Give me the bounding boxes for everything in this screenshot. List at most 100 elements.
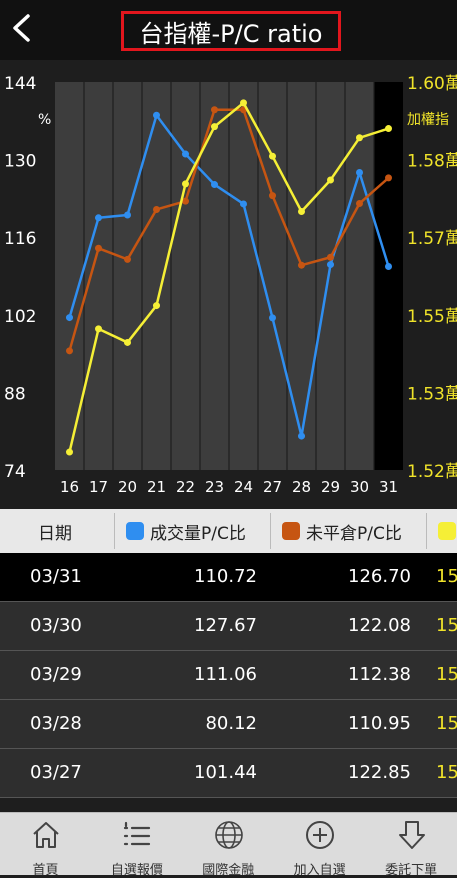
col-header-oi-label: 未平倉P/C比 bbox=[306, 523, 402, 544]
right-axis-label: 加權指 bbox=[407, 112, 449, 128]
row-oi-ratio: 112.38 bbox=[348, 664, 411, 685]
tab-order-arrow[interactable]: 委託下單 bbox=[366, 813, 457, 878]
right-axis-tick: 1.55萬 bbox=[407, 307, 457, 327]
row-oi-ratio: 122.85 bbox=[348, 762, 411, 783]
x-axis-tick: 16 bbox=[60, 478, 79, 496]
data-point-idx bbox=[182, 180, 189, 188]
x-axis-tick: 27 bbox=[263, 478, 282, 496]
row-index: 15 bbox=[436, 615, 457, 636]
data-point-idx bbox=[269, 152, 276, 160]
data-point-idx bbox=[124, 338, 131, 346]
left-axis-tick: 130 bbox=[4, 152, 36, 172]
data-point-vol bbox=[327, 261, 334, 269]
x-axis-tick: 20 bbox=[118, 478, 137, 496]
left-axis-tick: 88 bbox=[4, 384, 26, 404]
row-date: 03/29 bbox=[30, 664, 82, 685]
table-row[interactable]: 03/28 80.12 110.95 15 bbox=[0, 700, 457, 749]
col-header-oi: 未平倉P/C比 bbox=[282, 509, 402, 553]
data-point-idx bbox=[356, 134, 363, 142]
row-date: 03/31 bbox=[30, 566, 82, 587]
data-point-idx bbox=[153, 302, 160, 310]
table-row[interactable]: 03/27 101.44 122.85 15 bbox=[0, 749, 457, 798]
row-date: 03/27 bbox=[30, 762, 82, 783]
row-index: 15 bbox=[436, 664, 457, 685]
tab-label: 自選報價 bbox=[110, 863, 163, 878]
row-oi-ratio: 122.08 bbox=[348, 615, 411, 636]
data-point-vol bbox=[153, 111, 160, 119]
left-axis-unit: % bbox=[38, 112, 51, 128]
plus-circle-icon bbox=[306, 821, 335, 849]
x-axis-tick: 21 bbox=[147, 478, 166, 496]
x-axis-tick: 28 bbox=[292, 478, 311, 496]
row-index: 15 bbox=[436, 713, 457, 734]
data-point-vol bbox=[240, 200, 247, 208]
left-axis-tick: 102 bbox=[4, 307, 36, 327]
table-row[interactable]: 03/31 110.72 126.70 15 bbox=[0, 553, 457, 602]
data-point-oi bbox=[211, 106, 218, 114]
data-point-idx bbox=[211, 123, 218, 131]
x-axis-tick: 23 bbox=[205, 478, 224, 496]
row-oi-ratio: 126.70 bbox=[348, 566, 411, 587]
right-axis-tick: 1.58萬 bbox=[407, 152, 457, 172]
x-axis-tick: 30 bbox=[350, 478, 369, 496]
x-axis-tick: 22 bbox=[176, 478, 195, 496]
row-vol-ratio: 127.67 bbox=[194, 615, 257, 636]
data-point-oi bbox=[124, 255, 131, 263]
data-point-oi bbox=[298, 261, 305, 269]
data-point-oi bbox=[66, 347, 73, 355]
bottom-tab-bar: 首頁 自選報價 國際金融 加入自選 委託下單 bbox=[0, 812, 457, 878]
order-arrow-icon bbox=[398, 821, 425, 849]
data-point-idx bbox=[385, 125, 392, 133]
table-row[interactable]: 03/30 127.67 122.08 15 bbox=[0, 602, 457, 651]
x-axis-tick: 31 bbox=[379, 478, 398, 496]
list-icon bbox=[124, 821, 151, 846]
left-axis-tick: 144 bbox=[4, 74, 36, 94]
row-vol-ratio: 101.44 bbox=[194, 762, 257, 783]
idx-legend-swatch bbox=[438, 522, 456, 540]
data-point-idx bbox=[327, 176, 334, 184]
data-point-oi bbox=[95, 244, 102, 252]
tab-list[interactable]: 自選報價 bbox=[91, 813, 182, 878]
col-header-idx bbox=[438, 509, 457, 553]
selected-column[interactable] bbox=[374, 82, 403, 470]
right-axis-tick: 1.53萬 bbox=[407, 384, 457, 404]
tab-label: 首頁 bbox=[32, 863, 59, 878]
data-point-oi bbox=[327, 253, 334, 261]
home-icon bbox=[33, 822, 59, 848]
x-axis-tick: 17 bbox=[89, 478, 108, 496]
tab-label: 委託下單 bbox=[385, 863, 438, 878]
page-title: 台指權-P/C ratio bbox=[121, 11, 341, 51]
row-date: 03/30 bbox=[30, 615, 82, 636]
data-point-oi bbox=[385, 174, 392, 182]
data-point-vol bbox=[385, 262, 392, 270]
back-arrow-icon[interactable] bbox=[6, 10, 36, 46]
tab-label: 國際金融 bbox=[202, 863, 255, 878]
data-point-vol bbox=[124, 211, 131, 219]
data-point-vol bbox=[211, 181, 218, 189]
globe-icon bbox=[214, 821, 243, 849]
col-header-vol-label: 成交量P/C比 bbox=[150, 523, 246, 544]
data-point-oi bbox=[269, 192, 276, 200]
data-point-idx bbox=[66, 448, 73, 456]
left-axis-tick: 74 bbox=[4, 462, 26, 482]
data-point-idx bbox=[298, 207, 305, 215]
table-header: 日期 成交量P/C比 未平倉P/C比 bbox=[0, 509, 457, 553]
vol-legend-swatch bbox=[126, 522, 144, 540]
data-point-vol bbox=[95, 214, 102, 222]
right-axis-tick: 1.57萬 bbox=[407, 229, 457, 249]
tab-label: 加入自選 bbox=[293, 863, 346, 878]
header-bar: 台指權-P/C ratio bbox=[0, 0, 457, 60]
tab-plus-circle[interactable]: 加入自選 bbox=[274, 813, 365, 878]
tab-globe[interactable]: 國際金融 bbox=[183, 813, 274, 878]
tab-home[interactable]: 首頁 bbox=[0, 813, 91, 878]
col-divider bbox=[426, 513, 427, 549]
right-axis-tick: 1.52萬 bbox=[407, 462, 457, 482]
col-divider bbox=[270, 513, 271, 549]
data-point-vol bbox=[66, 314, 73, 322]
row-vol-ratio: 111.06 bbox=[194, 664, 257, 685]
table-row[interactable]: 03/29 111.06 112.38 15 bbox=[0, 651, 457, 700]
col-header-date: 日期 bbox=[38, 523, 72, 544]
data-point-vol bbox=[356, 169, 363, 177]
oi-legend-swatch bbox=[282, 522, 300, 540]
data-point-vol bbox=[269, 314, 276, 322]
